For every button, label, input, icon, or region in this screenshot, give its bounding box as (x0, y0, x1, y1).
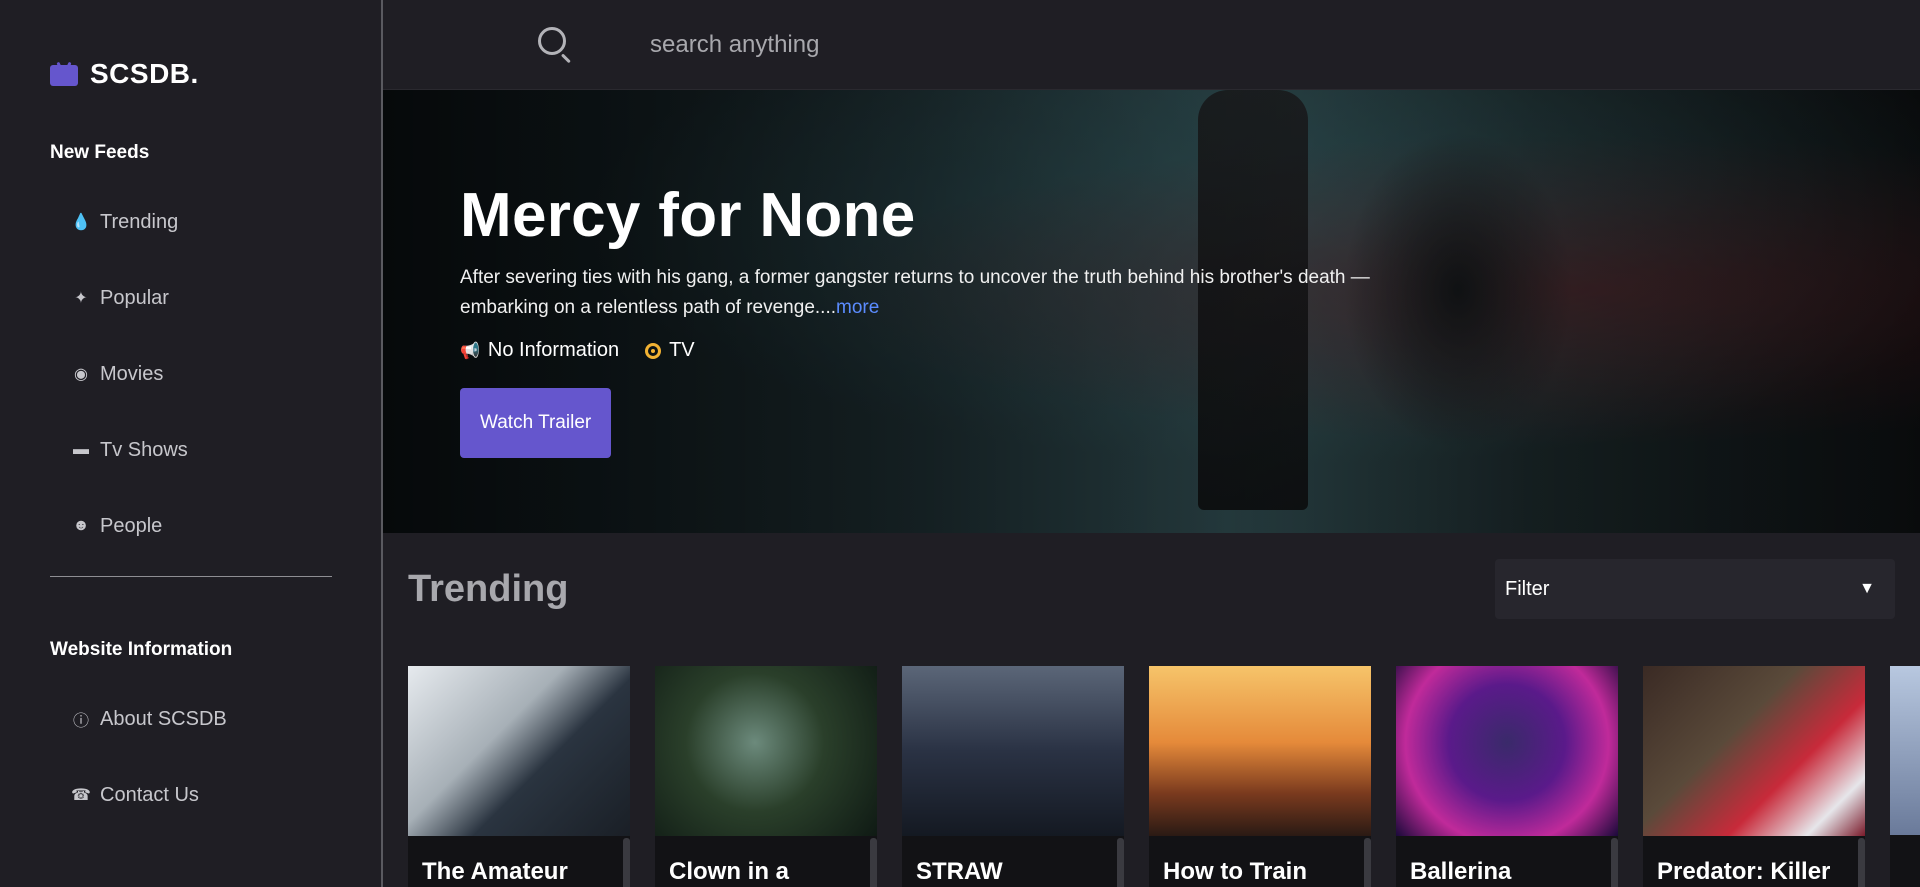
main-content: Mercy for None After severing ties with … (383, 0, 1920, 887)
media-type-info: TV (645, 339, 695, 362)
trending-header: Trending Filter ▼ (383, 533, 1920, 621)
filter-label: Filter (1505, 577, 1550, 600)
sidebar-item-tv-shows[interactable]: ▬ Tv Shows (50, 412, 331, 488)
sidebar-divider (50, 576, 332, 577)
megaphone-icon: 📢 (460, 342, 480, 360)
card-poster (902, 666, 1124, 836)
card-poster (1396, 666, 1618, 836)
chevron-down-icon: ▼ (1859, 580, 1875, 597)
trending-card[interactable]: STRAW (902, 666, 1124, 887)
hero-content: Mercy for None After severing ties with … (460, 180, 1920, 458)
sidebar-item-movies[interactable]: ◉ Movies (50, 336, 331, 412)
trending-card[interactable]: Predator: Killer (1643, 666, 1865, 887)
media-type-text: TV (669, 339, 695, 361)
sidebar-item-label: About SCSDB (100, 707, 227, 730)
search-bar (383, 0, 1920, 90)
hero-meta: 📢 No Information TV (460, 339, 1920, 362)
card-title: The Amateur (422, 858, 568, 885)
trending-card-partial[interactable] (1890, 666, 1920, 887)
sidebar-item-label: Tv Shows (100, 438, 188, 461)
sidebar-item-trending[interactable]: 💧 Trending (50, 184, 331, 260)
film-reel-icon: ◉ (74, 366, 88, 383)
sidebar-item-popular[interactable]: ✦ Popular (50, 260, 331, 336)
sidebar-item-label: Contact Us (100, 783, 199, 806)
sparkle-icon: ✦ (74, 290, 88, 307)
hero-title: Mercy for None (460, 181, 916, 250)
watch-trailer-button[interactable]: Watch Trailer (460, 388, 612, 458)
hero-banner: Mercy for None After severing ties with … (383, 90, 1920, 533)
card-title: STRAW (916, 858, 1003, 885)
logo[interactable]: SCSDB. (50, 58, 331, 90)
sidebar-item-label: Popular (100, 286, 169, 309)
website-info-title: Website Information (50, 639, 233, 660)
release-text: No Information (487, 339, 620, 361)
card-poster (1643, 666, 1865, 836)
album-icon (645, 342, 662, 359)
trending-card[interactable]: Clown in a (655, 666, 877, 887)
sidebar-item-label: People (100, 514, 163, 537)
new-feeds-title: New Feeds (50, 142, 150, 163)
sidebar-item-people[interactable]: ☻ People (50, 488, 331, 564)
hero-description: After severing ties with his gang, a for… (460, 263, 1410, 323)
more-link[interactable]: more (836, 297, 879, 318)
card-poster (408, 666, 630, 836)
card-poster (1149, 666, 1371, 836)
trending-title: Trending (408, 567, 569, 610)
tv-logo-icon (50, 61, 78, 86)
card-scrollbar[interactable] (1364, 838, 1371, 887)
tv-icon: ▬ (73, 441, 89, 458)
card-title: How to Train (1163, 858, 1307, 885)
trending-card[interactable]: The Amateur (408, 666, 630, 887)
trending-card[interactable]: Ballerina (1396, 666, 1618, 887)
sidebar-item-label: Trending (100, 210, 179, 233)
filter-select[interactable]: Filter ▼ (1495, 559, 1895, 619)
card-scrollbar[interactable] (870, 838, 877, 887)
card-scrollbar[interactable] (1858, 838, 1865, 887)
sidebar-item-contact[interactable]: ☎ Contact Us (50, 757, 331, 833)
search-input[interactable] (650, 30, 1250, 59)
release-info: 📢 No Information (460, 339, 619, 362)
card-scrollbar[interactable] (1611, 838, 1618, 887)
app-root: SCSDB. New Feeds 💧 Trending ✦ Popular ◉ … (0, 0, 1920, 887)
phone-icon: ☎ (71, 787, 91, 804)
fire-icon: 💧 (71, 214, 91, 231)
sidebar-item-label: Movies (100, 362, 164, 385)
trending-card[interactable]: How to Train (1149, 666, 1371, 887)
logo-text: SCSDB. (90, 58, 199, 89)
people-icon: ☻ (72, 517, 90, 534)
card-title: Predator: Killer (1657, 858, 1831, 885)
sidebar: SCSDB. New Feeds 💧 Trending ✦ Popular ◉ … (0, 0, 383, 887)
info-icon: ⓘ (72, 713, 89, 730)
sidebar-item-about[interactable]: ⓘ About SCSDB (50, 681, 331, 757)
search-icon[interactable] (538, 26, 574, 63)
hero-description-text: After severing ties with his gang, a for… (460, 267, 1370, 318)
card-scrollbar[interactable] (623, 838, 630, 887)
trending-cards: The Amateur Clown in a STRAW How to Trai… (383, 621, 1920, 887)
card-scrollbar[interactable] (1117, 838, 1124, 887)
card-title: Clown in a (669, 858, 789, 885)
card-poster (655, 666, 877, 836)
card-title: Ballerina (1410, 858, 1512, 885)
